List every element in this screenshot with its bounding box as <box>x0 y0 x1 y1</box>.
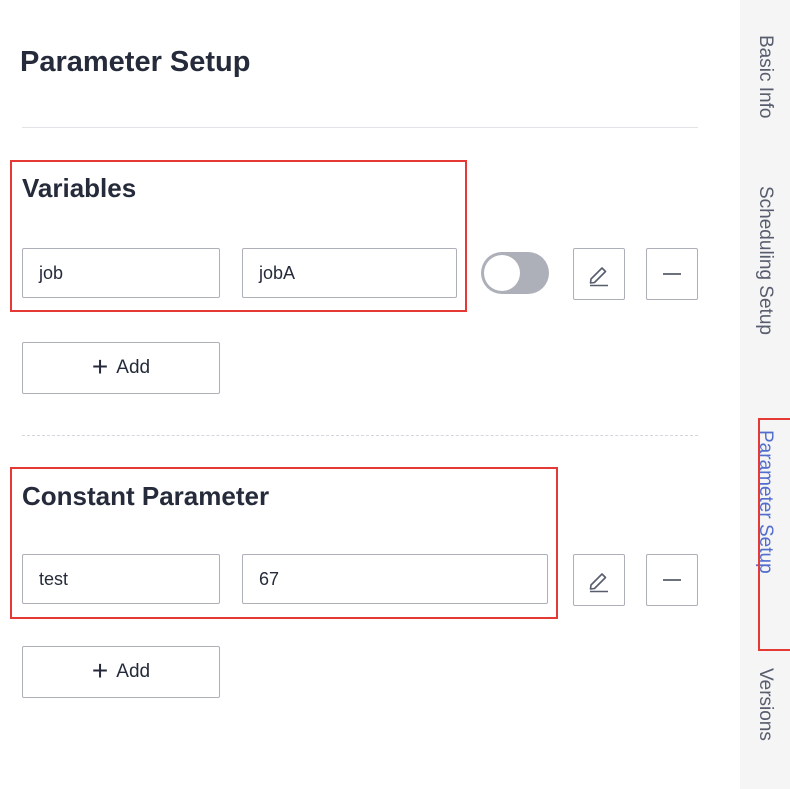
side-tab-highlight <box>758 418 790 651</box>
variable-edit-button[interactable] <box>573 248 625 300</box>
section-divider <box>22 435 698 436</box>
variable-toggle[interactable] <box>481 252 549 294</box>
minus-icon <box>663 579 681 581</box>
constants-highlight <box>10 467 558 619</box>
side-tab-versions[interactable]: Versions <box>753 668 777 741</box>
variable-remove-button[interactable] <box>646 248 698 300</box>
add-constant-label: Add <box>116 661 151 682</box>
plus-icon: + <box>91 654 109 686</box>
title-divider <box>22 127 698 128</box>
minus-icon <box>663 273 681 275</box>
side-tab-scheduling-setup[interactable]: Scheduling Setup <box>753 186 777 335</box>
add-variable-button[interactable]: + Add <box>22 342 220 394</box>
add-variable-label: Add <box>116 357 151 378</box>
constant-edit-button[interactable] <box>573 554 625 606</box>
toggle-knob <box>484 255 520 291</box>
pencil-icon <box>589 573 608 593</box>
plus-icon: + <box>91 350 109 382</box>
variables-highlight <box>10 160 467 312</box>
page-title: Parameter Setup <box>20 46 251 78</box>
constant-remove-button[interactable] <box>646 554 698 606</box>
add-constant-button[interactable]: + Add <box>22 646 220 698</box>
pencil-icon <box>589 267 608 287</box>
side-tab-basic-info[interactable]: Basic Info <box>753 35 777 118</box>
